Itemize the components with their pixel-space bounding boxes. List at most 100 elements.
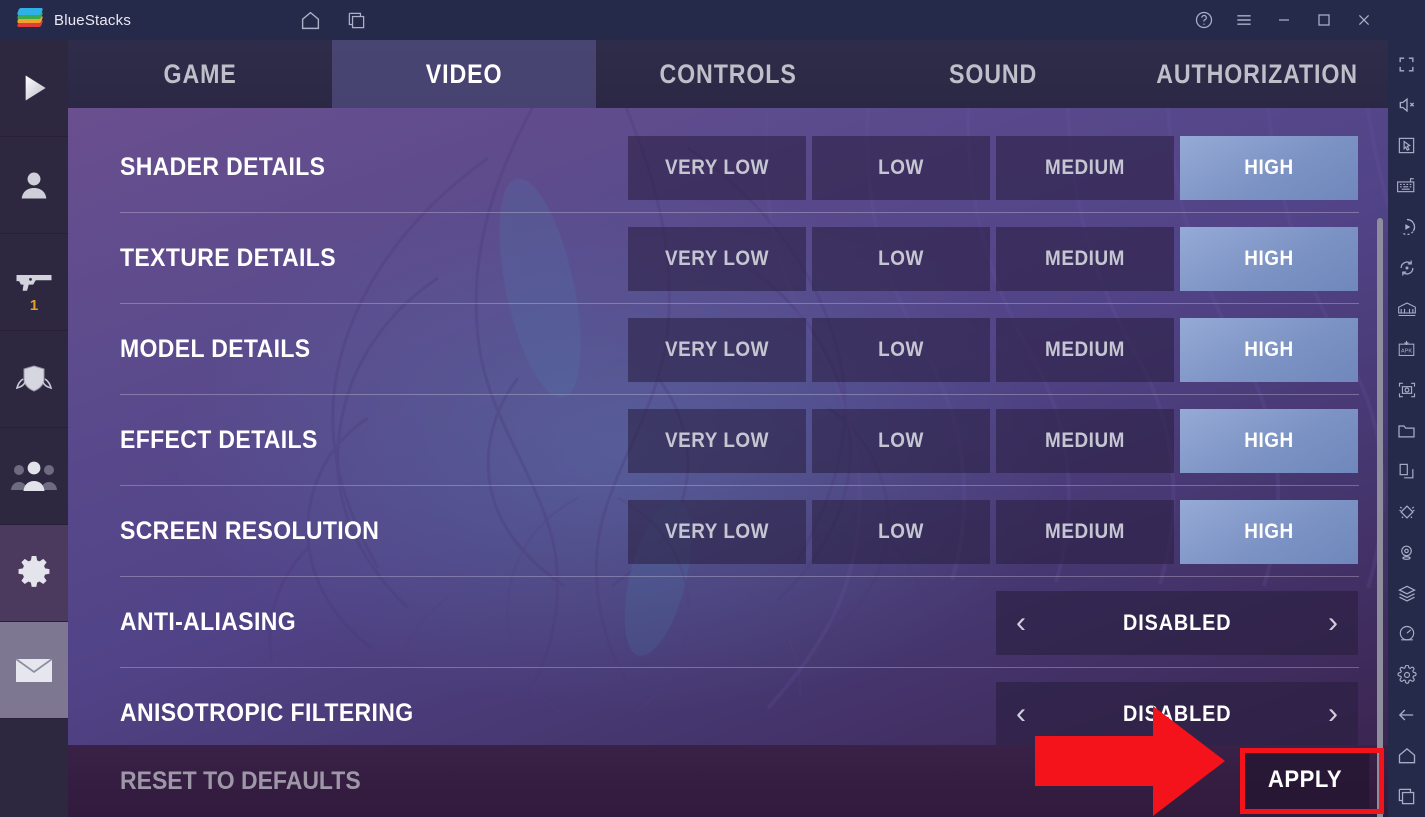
fullscreen-icon[interactable] (1388, 44, 1425, 85)
profile-button[interactable] (0, 137, 68, 234)
table-row: TEXTURE DETAILS VERY LOW LOW MEDIUM HIGH (68, 213, 1389, 304)
mute-icon[interactable] (1388, 85, 1425, 126)
option-high[interactable]: HIGH (1180, 318, 1358, 382)
option-low[interactable]: LOW (812, 318, 990, 382)
option-group-model-details: VERY LOW LOW MEDIUM HIGH (628, 318, 1358, 382)
bluestacks-window: BlueStacks 1 GAME VIDEO CONTROLS SOUND A… (0, 0, 1425, 817)
install-apk-icon[interactable]: APK (1388, 329, 1425, 370)
option-group-effect-details: VERY LOW LOW MEDIUM HIGH (628, 409, 1358, 473)
tab-game-label: GAME (163, 58, 237, 89)
tab-sound[interactable]: SOUND (861, 40, 1125, 108)
option-medium[interactable]: MEDIUM (996, 500, 1174, 564)
option-label: LOW (878, 520, 924, 543)
stepper-next-icon[interactable]: › (1328, 608, 1338, 638)
apply-button[interactable]: APPLY (1240, 749, 1370, 811)
option-high[interactable]: HIGH (1180, 409, 1358, 473)
tab-video[interactable]: VIDEO (332, 40, 597, 108)
title-bar: BlueStacks (0, 0, 1425, 40)
layers-icon[interactable] (1388, 573, 1425, 614)
option-low[interactable]: LOW (812, 136, 990, 200)
shake-icon[interactable] (1388, 492, 1425, 533)
option-very-low[interactable]: VERY LOW (628, 318, 806, 382)
performance-meter-icon[interactable] (1388, 614, 1425, 655)
settings-tab-bar: GAME VIDEO CONTROLS SOUND AUTHORIZATION (68, 40, 1389, 108)
game-viewport: GAME VIDEO CONTROLS SOUND AUTHORIZATION (68, 40, 1389, 817)
reset-to-defaults-button[interactable]: RESET TO DEFAULTS (120, 767, 361, 796)
option-high[interactable]: HIGH (1180, 136, 1358, 200)
stepper-prev-icon[interactable]: ‹ (1016, 699, 1026, 729)
menu-icon[interactable] (1227, 3, 1261, 37)
screenshot-icon[interactable] (1388, 370, 1425, 411)
option-medium[interactable]: MEDIUM (996, 227, 1174, 291)
option-medium[interactable]: MEDIUM (996, 318, 1174, 382)
envelope-icon (15, 658, 53, 682)
option-label: MEDIUM (1045, 429, 1125, 452)
option-high[interactable]: HIGH (1180, 500, 1358, 564)
option-high[interactable]: HIGH (1180, 227, 1358, 291)
recents-icon[interactable] (1388, 776, 1425, 817)
option-very-low[interactable]: VERY LOW (628, 136, 806, 200)
settings-bottom-bar: RESET TO DEFAULTS APPLY (68, 745, 1389, 817)
option-very-low[interactable]: VERY LOW (628, 409, 806, 473)
tab-authorization-label: AUTHORIZATION (1156, 58, 1358, 89)
weapons-button[interactable]: 1 (0, 234, 68, 331)
setting-label-effect-details: EFFECT DETAILS (120, 426, 318, 454)
option-very-low[interactable]: VERY LOW (628, 227, 806, 291)
setting-label-anti-aliasing: ANTI-ALIASING (120, 608, 296, 636)
maximize-icon[interactable] (1307, 3, 1341, 37)
tab-game[interactable]: GAME (68, 40, 332, 108)
cursor-icon[interactable] (1388, 125, 1425, 166)
home-icon[interactable] (1388, 736, 1425, 777)
option-label: MEDIUM (1045, 247, 1125, 270)
option-group-shader-details: VERY LOW LOW MEDIUM HIGH (628, 136, 1358, 200)
settings-button[interactable] (0, 525, 68, 622)
stepper-next-icon[interactable]: › (1328, 699, 1338, 729)
minimize-icon[interactable] (1267, 3, 1301, 37)
clan-button[interactable] (0, 428, 68, 525)
rank-button[interactable] (0, 331, 68, 428)
close-icon[interactable] (1347, 3, 1381, 37)
svg-text:APK: APK (1401, 349, 1413, 355)
media-folder-icon[interactable] (1388, 410, 1425, 451)
play-icon (25, 75, 46, 101)
play-button[interactable] (0, 40, 68, 137)
home-icon[interactable] (293, 3, 327, 37)
copy-to-instance-icon[interactable] (1388, 451, 1425, 492)
option-low[interactable]: LOW (812, 500, 990, 564)
bluestacks-logo-icon (16, 8, 44, 32)
option-low[interactable]: LOW (812, 409, 990, 473)
settings-gear-icon[interactable] (1388, 654, 1425, 695)
help-icon[interactable] (1187, 3, 1221, 37)
option-label: HIGH (1244, 247, 1294, 270)
game-controls-icon[interactable] (1388, 288, 1425, 329)
setting-label-model-details: MODEL DETAILS (120, 335, 311, 363)
option-label: HIGH (1244, 338, 1294, 361)
option-medium[interactable]: MEDIUM (996, 136, 1174, 200)
settings-rows: SHADER DETAILS VERY LOW LOW MEDIUM HIGH … (68, 108, 1389, 817)
option-medium[interactable]: MEDIUM (996, 409, 1174, 473)
multi-instance-icon[interactable] (339, 3, 373, 37)
option-label: MEDIUM (1045, 338, 1125, 361)
tab-controls[interactable]: CONTROLS (596, 40, 860, 108)
option-low[interactable]: LOW (812, 227, 990, 291)
table-row: EFFECT DETAILS VERY LOW LOW MEDIUM HIGH (68, 395, 1389, 486)
stepper-prev-icon[interactable]: ‹ (1016, 608, 1026, 638)
option-label: MEDIUM (1045, 156, 1125, 179)
keyboard-controls-icon[interactable] (1388, 166, 1425, 207)
option-very-low[interactable]: VERY LOW (628, 500, 806, 564)
option-label: LOW (878, 338, 924, 361)
shield-laurel-icon (15, 365, 53, 392)
tab-video-label: VIDEO (426, 58, 503, 89)
back-icon[interactable] (1388, 695, 1425, 736)
rotate-icon[interactable] (1388, 247, 1425, 288)
macro-record-icon[interactable] (1388, 207, 1425, 248)
setting-label-anisotropic-filtering: ANISOTROPIC FILTERING (120, 699, 414, 727)
table-row: MODEL DETAILS VERY LOW LOW MEDIUM HIGH (68, 304, 1389, 395)
settings-scrollbar[interactable] (1377, 218, 1383, 817)
titlebar-window-controls (1187, 3, 1421, 37)
location-icon[interactable] (1388, 532, 1425, 573)
option-label: VERY LOW (664, 156, 770, 179)
mail-button[interactable] (0, 622, 68, 719)
tab-authorization[interactable]: AUTHORIZATION (1125, 40, 1389, 108)
setting-label-shader-details: SHADER DETAILS (120, 153, 326, 181)
